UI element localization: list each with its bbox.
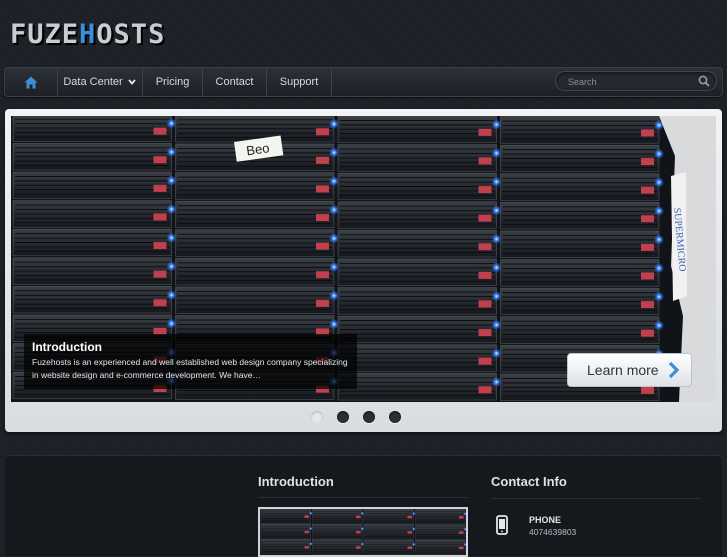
slider-pagination bbox=[311, 411, 411, 425]
nav-item-contact[interactable]: Contact bbox=[203, 68, 267, 96]
site-logo[interactable]: FUZE H OSTS bbox=[10, 18, 165, 50]
logo-text-accent: H bbox=[79, 18, 97, 50]
nav-item-data-center[interactable]: Data Center bbox=[57, 68, 143, 96]
slider-dot-1[interactable] bbox=[311, 411, 323, 423]
logo-text-part1: FUZE bbox=[10, 18, 80, 50]
learn-more-button[interactable]: Learn more bbox=[567, 353, 692, 387]
slider-dot-3[interactable] bbox=[363, 411, 375, 423]
caption-title: Introduction bbox=[32, 340, 102, 354]
nav-item-label: Support bbox=[279, 76, 319, 88]
nav-item-label: Pricing bbox=[155, 76, 190, 88]
nav-item-label: Contact bbox=[215, 76, 254, 88]
rack-tag-text: Beo bbox=[245, 140, 270, 158]
chevron-down-icon bbox=[127, 79, 136, 85]
intro-section-title: Introduction bbox=[258, 474, 334, 489]
caption-text: Fuzehosts is an experienced and well est… bbox=[32, 357, 348, 380]
nav-home-button[interactable] bbox=[5, 68, 58, 96]
learn-more-label: Learn more bbox=[587, 362, 659, 378]
main-navbar: Data Center Pricing Contact Support bbox=[4, 67, 723, 97]
contact-divider bbox=[491, 498, 701, 499]
search-input[interactable] bbox=[566, 74, 690, 90]
slide-caption: Introduction Fuzehosts is an experienced… bbox=[24, 334, 357, 389]
nav-item-label: Data Center bbox=[63, 76, 123, 88]
logo-text-part2: OSTS bbox=[96, 18, 166, 50]
search-box bbox=[555, 71, 717, 91]
phone-icon bbox=[496, 515, 508, 535]
slider-dot-2[interactable] bbox=[337, 411, 349, 423]
nav-item-pricing[interactable]: Pricing bbox=[143, 68, 203, 96]
phone-label: PHONE bbox=[529, 515, 562, 525]
phone-value: 4074639803 bbox=[529, 527, 577, 537]
home-icon bbox=[24, 76, 38, 88]
intro-thumbnail[interactable] bbox=[258, 507, 468, 557]
thumbnail-server-rack bbox=[260, 509, 466, 555]
slider-dot-4[interactable] bbox=[389, 411, 401, 423]
contact-section-title: Contact Info bbox=[491, 474, 567, 489]
search-icon[interactable] bbox=[698, 75, 710, 87]
nav-item-support[interactable]: Support bbox=[267, 68, 332, 96]
intro-divider bbox=[258, 497, 468, 498]
chevron-right-icon bbox=[668, 361, 680, 379]
